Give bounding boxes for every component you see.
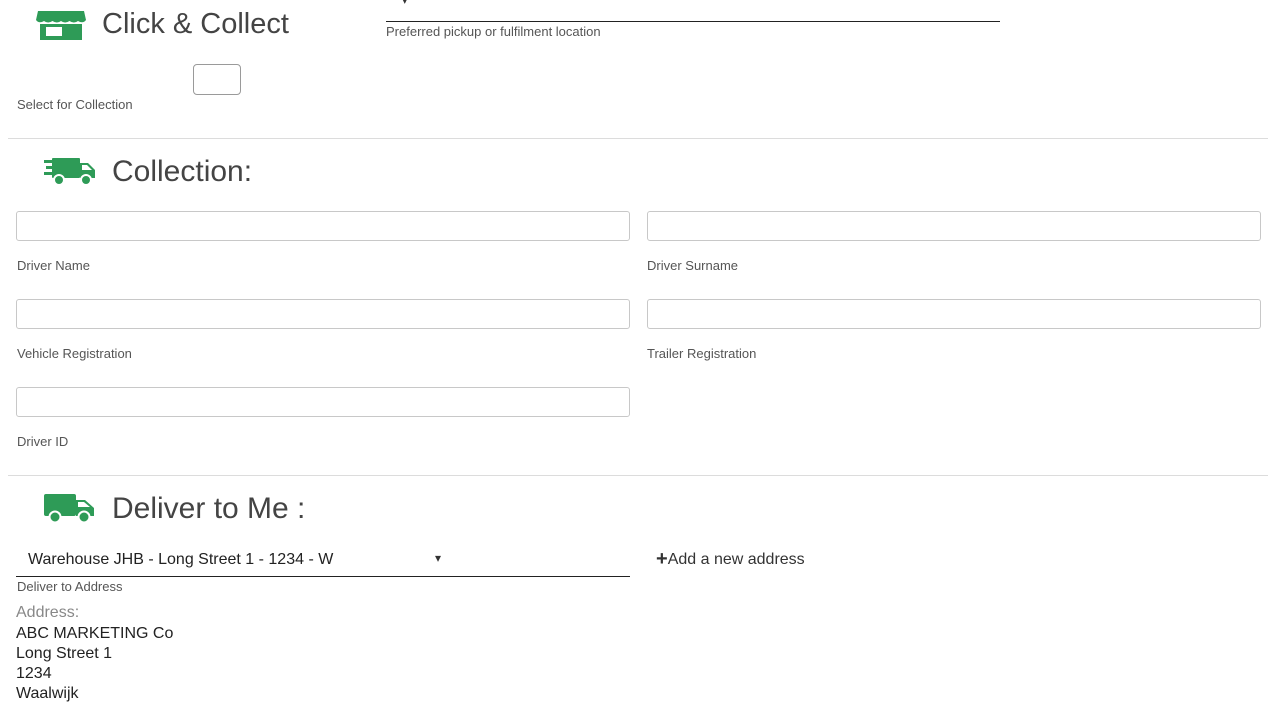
driver-id-label: Driver ID <box>17 434 69 449</box>
driver-surname-input[interactable] <box>647 211 1261 241</box>
section-divider <box>8 475 1268 476</box>
collection-title: Collection: <box>112 155 253 188</box>
store-icon <box>36 11 86 46</box>
select-for-collection-checkbox[interactable] <box>193 64 241 95</box>
address-line: 1234 <box>16 665 52 682</box>
address-line: Waalwijk <box>16 685 79 702</box>
pickup-location-helper: Preferred pickup or fulfilment location <box>386 24 601 39</box>
trailer-registration-input[interactable] <box>647 299 1261 329</box>
driver-name-input[interactable] <box>16 211 630 241</box>
add-new-address-button[interactable]: +Add a new address <box>656 548 805 572</box>
address-heading: Address: <box>16 604 80 621</box>
address-line: ABC MARKETING Co <box>16 625 174 642</box>
pickup-location-field[interactable]: ▾ <box>386 0 1000 22</box>
caret-down-icon: ▾ <box>435 551 442 565</box>
vehicle-registration-label: Vehicle Registration <box>17 346 132 361</box>
driver-name-label: Driver Name <box>17 258 90 273</box>
deliver-to-me-title: Deliver to Me : <box>112 492 306 525</box>
section-divider <box>8 138 1268 139</box>
deliver-address-select[interactable]: Warehouse JHB - Long Street 1 - 1234 - W… <box>16 545 630 577</box>
truck-icon <box>44 494 96 529</box>
caret-down-icon: ▾ <box>402 0 408 7</box>
address-block: ABC MARKETING Co Long Street 1 1234 Waal… <box>16 624 173 704</box>
address-line: Long Street 1 <box>16 645 113 662</box>
vehicle-registration-input[interactable] <box>16 299 630 329</box>
deliver-address-label: Deliver to Address <box>17 579 123 594</box>
click-collect-section: Click & Collect ▾ Preferred pickup or fu… <box>0 0 1280 138</box>
select-for-collection-label: Select for Collection <box>17 97 133 112</box>
click-collect-title: Click & Collect <box>102 8 289 40</box>
driver-id-input[interactable] <box>16 387 630 417</box>
plus-icon: + <box>656 548 668 570</box>
driver-surname-label: Driver Surname <box>647 258 739 273</box>
fast-truck-icon <box>44 158 96 191</box>
trailer-registration-label: Trailer Registration <box>647 346 757 361</box>
add-new-address-label: Add a new address <box>667 551 805 568</box>
deliver-address-selected: Warehouse JHB - Long Street 1 - 1234 - W <box>28 551 334 568</box>
